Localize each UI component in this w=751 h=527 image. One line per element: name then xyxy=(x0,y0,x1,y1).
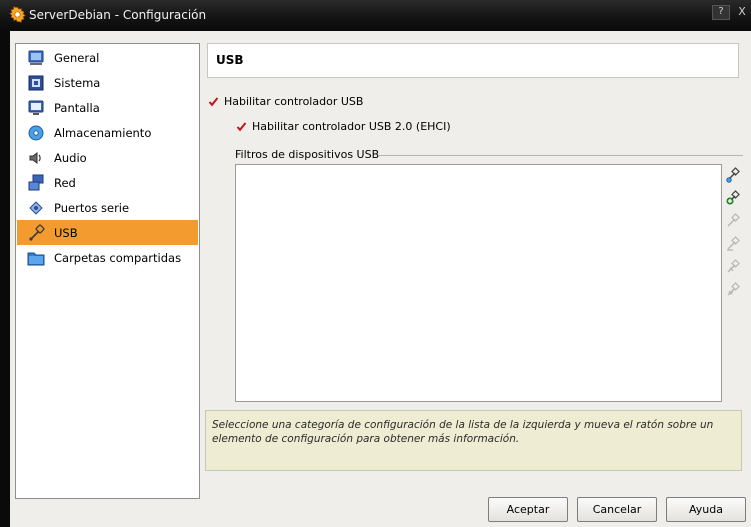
shared-folders-icon xyxy=(27,252,45,265)
sidebar-item-label: Carpetas compartidas xyxy=(54,250,182,265)
sidebar-item-usb[interactable]: USB xyxy=(17,220,198,245)
enable-usb-checkbox[interactable]: Habilitar controlador USB xyxy=(208,95,363,108)
checkmark-icon xyxy=(208,97,219,107)
help-title-button[interactable]: ? xyxy=(712,5,730,20)
audio-icon xyxy=(29,151,41,164)
remove-filter-icon xyxy=(727,236,740,251)
enable-usb-label: Habilitar controlador USB xyxy=(224,95,364,108)
sidebar-item-label: USB xyxy=(54,225,78,240)
help-button[interactable]: Ayuda xyxy=(666,497,746,522)
add-device-filter-icon[interactable] xyxy=(725,190,741,206)
title-bar: ServerDebian - Configuración ? X xyxy=(0,0,751,31)
info-panel: Seleccione una categoría de configuració… xyxy=(205,410,742,471)
sidebar-item-label: General xyxy=(54,50,100,65)
sidebar-item-label: Puertos serie xyxy=(54,200,130,215)
sidebar-item-label: Audio xyxy=(54,150,87,165)
sidebar-item-shared-folders[interactable]: Carpetas compartidas xyxy=(17,245,198,270)
sidebar-item-label: Almacenamiento xyxy=(54,125,152,140)
window-title: ServerDebian - Configuración xyxy=(29,8,207,22)
add-empty-filter-icon[interactable] xyxy=(725,167,741,183)
ok-button[interactable]: Aceptar xyxy=(488,497,568,522)
move-filter-up-icon xyxy=(727,259,740,273)
sidebar-item-serial-ports[interactable]: Puertos serie xyxy=(17,195,198,220)
edit-filter-icon xyxy=(727,213,740,227)
cancel-button[interactable]: Cancelar xyxy=(577,497,657,522)
settings-dialog: General Sistema Pantalla Almacenamiento … xyxy=(10,31,751,527)
info-text: Seleccione una categoría de configuració… xyxy=(212,419,714,445)
sidebar-item-general[interactable]: General xyxy=(17,45,198,70)
page-title: USB xyxy=(216,53,244,67)
storage-icon xyxy=(28,125,44,140)
sidebar-item-storage[interactable]: Almacenamiento xyxy=(17,120,198,145)
filters-group-label: Filtros de dispositivos USB xyxy=(235,148,380,161)
close-button[interactable]: X xyxy=(733,5,751,20)
category-list: General Sistema Pantalla Almacenamiento … xyxy=(15,43,200,499)
usb-filters-list[interactable] xyxy=(235,164,722,402)
display-icon xyxy=(28,100,44,115)
enable-usb2-label: Habilitar controlador USB 2.0 (EHCI) xyxy=(252,120,451,133)
sidebar-item-system[interactable]: Sistema xyxy=(17,70,198,95)
sidebar-item-label: Red xyxy=(54,175,76,190)
general-icon xyxy=(28,50,44,65)
page-header: USB xyxy=(207,43,739,78)
network-icon xyxy=(28,174,44,190)
move-filter-down-icon xyxy=(727,282,740,296)
sidebar-item-display[interactable]: Pantalla xyxy=(17,95,198,120)
group-divider xyxy=(378,155,743,156)
sidebar-item-label: Sistema xyxy=(54,75,101,90)
enable-usb2-checkbox[interactable]: Habilitar controlador USB 2.0 (EHCI) xyxy=(236,120,451,133)
sidebar-item-network[interactable]: Red xyxy=(17,170,198,195)
sidebar-item-audio[interactable]: Audio xyxy=(17,145,198,170)
checkmark-icon xyxy=(236,122,247,132)
gear-icon xyxy=(9,6,26,23)
system-icon xyxy=(28,75,44,90)
serial-ports-icon xyxy=(29,200,43,215)
usb-icon xyxy=(29,224,45,241)
sidebar-item-label: Pantalla xyxy=(54,100,100,115)
